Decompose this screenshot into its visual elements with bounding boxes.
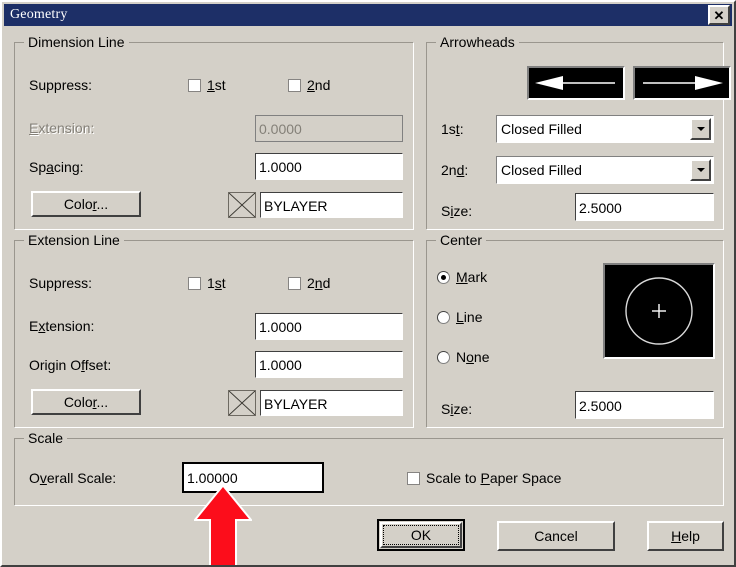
radio-label: Mark <box>456 269 488 285</box>
button-label: Help <box>671 528 700 544</box>
extension-extension-label: Extension: <box>29 318 95 334</box>
chevron-down-icon[interactable] <box>690 159 711 181</box>
center-group: Center Mark Line None Size: 2.5000 <box>426 232 724 428</box>
arrowhead-second-label: 2nd: <box>441 162 469 178</box>
radio-dot <box>437 350 450 364</box>
button-face: OK <box>380 522 462 548</box>
arrow-left-preview-icon <box>527 66 625 100</box>
arrowhead-first-label: 1st: <box>441 121 464 137</box>
button-label: Color... <box>63 394 109 410</box>
window-title: Geometry <box>10 7 68 22</box>
checkbox-box <box>288 78 301 92</box>
dimension-spacing-input[interactable]: 1.0000 <box>255 153 403 180</box>
extension-color-button[interactable]: Color... <box>31 389 141 415</box>
arrowhead-size-input[interactable]: 2.5000 <box>575 193 714 221</box>
combo-value: Closed Filled <box>501 162 582 178</box>
center-size-label: Size: <box>441 401 473 417</box>
dimension-suppress-2nd-checkbox[interactable]: 2nd <box>288 77 330 93</box>
checkbox-label: Scale to Paper Space <box>426 470 562 486</box>
checkbox-label: 2nd <box>307 77 331 93</box>
chevron-down-icon[interactable] <box>690 118 711 140</box>
help-button[interactable]: Help <box>647 521 724 551</box>
close-icon[interactable]: ✕ <box>708 5 730 25</box>
center-option-none[interactable]: None <box>437 349 490 365</box>
ok-button[interactable]: OK <box>377 519 465 551</box>
scale-to-paper-space-checkbox[interactable]: Scale to Paper Space <box>407 470 561 486</box>
dimension-color-swatch-icon[interactable] <box>228 192 256 218</box>
combo-value: Closed Filled <box>501 121 582 137</box>
extension-line-group: Extension Line Suppress: 1st 2nd Extensi… <box>14 232 414 428</box>
extension-color-swatch-icon[interactable] <box>228 390 256 416</box>
arrow-right-preview-icon <box>633 66 731 100</box>
focus-ring <box>383 525 459 545</box>
dimension-suppress-label: Suppress: <box>29 77 93 93</box>
extension-suppress-label: Suppress: <box>29 275 93 291</box>
center-size-input[interactable]: 2.5000 <box>575 391 714 419</box>
radio-label: Line <box>456 309 483 325</box>
overall-scale-input[interactable]: 1.00000 <box>182 462 324 493</box>
arrowhead-second-combo[interactable]: Closed Filled <box>496 156 714 184</box>
cancel-button[interactable]: Cancel <box>497 521 615 551</box>
arrowhead-size-label: Size: <box>441 203 473 219</box>
extension-suppress-1st-checkbox[interactable]: 1st <box>188 275 226 291</box>
center-title: Center <box>436 232 487 248</box>
checkbox-label: 1st <box>207 275 226 291</box>
radio-dot <box>437 310 450 324</box>
checkbox-label: 1st <box>207 77 226 93</box>
dimension-extension-input: 0.0000 <box>255 115 403 142</box>
extension-extension-input[interactable]: 1.0000 <box>255 313 403 340</box>
center-mark-preview-icon <box>603 263 715 359</box>
checkbox-label: 2nd <box>307 275 331 291</box>
extension-suppress-2nd-checkbox[interactable]: 2nd <box>288 275 330 291</box>
radio-label: None <box>456 349 490 365</box>
dimension-line-title: Dimension Line <box>24 34 129 50</box>
dimension-color-value[interactable]: BYLAYER <box>260 192 403 218</box>
checkbox-box <box>188 276 201 290</box>
extension-origin-offset-label: Origin Offset: <box>29 357 112 373</box>
checkbox-box <box>407 471 420 485</box>
button-label: Color... <box>63 196 109 212</box>
dimension-spacing-label: Spacing: <box>29 159 84 175</box>
overall-scale-label: Overall Scale: <box>29 470 117 486</box>
scale-title: Scale <box>24 430 68 446</box>
scale-group: Scale Overall Scale: 1.00000 Scale to Pa… <box>14 430 724 506</box>
dimension-line-group: Dimension Line Suppress: 1st 2nd Extensi… <box>14 34 414 230</box>
extension-origin-offset-input[interactable]: 1.0000 <box>255 351 403 378</box>
extension-line-title: Extension Line <box>24 232 124 248</box>
arrowhead-first-combo[interactable]: Closed Filled <box>496 115 714 143</box>
dimension-extension-label: Extension: <box>29 120 95 136</box>
geometry-dialog: Geometry ✕ Dimension Line Suppress: 1st … <box>0 0 736 567</box>
button-label: Cancel <box>534 528 578 544</box>
arrowheads-group: Arrowheads 1st: Closed Filled 2nd: Close… <box>426 34 731 230</box>
center-option-line[interactable]: Line <box>437 309 482 325</box>
dimension-color-button[interactable]: Color... <box>31 191 141 217</box>
title-bar: Geometry ✕ <box>4 4 732 26</box>
checkbox-box <box>188 78 201 92</box>
arrowheads-title: Arrowheads <box>436 34 519 50</box>
radio-dot <box>437 270 450 284</box>
dimension-suppress-1st-checkbox[interactable]: 1st <box>188 77 226 93</box>
center-option-mark[interactable]: Mark <box>437 269 487 285</box>
checkbox-box <box>288 276 301 290</box>
extension-color-value[interactable]: BYLAYER <box>260 390 403 416</box>
